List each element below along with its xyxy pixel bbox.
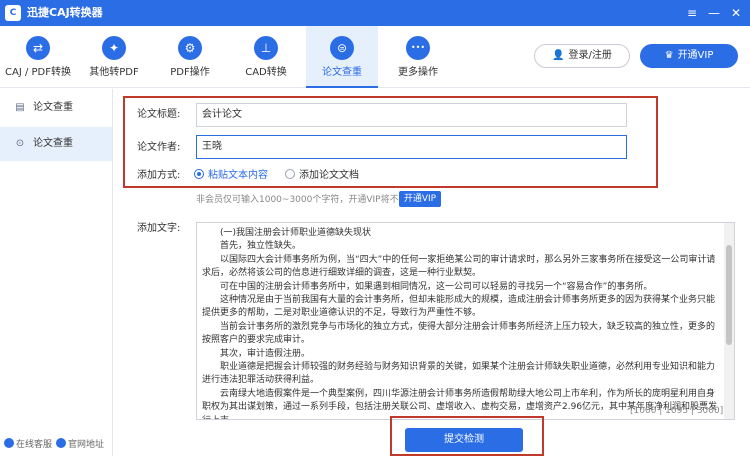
tab-pdf-ops[interactable]: ⚙ PDF操作 <box>154 26 226 88</box>
tab-caj-pdf[interactable]: ⇄ CAJ / PDF转换 <box>2 26 74 88</box>
author-label: 论文作者: <box>137 142 181 153</box>
radio-selected-icon <box>194 169 204 179</box>
website-label: 官网地址 <box>68 440 105 450</box>
text-content: (一)我国注册会计师职业道德缺失现状 首先，独立性缺失。 以国际四大会计师事务所… <box>202 227 722 419</box>
close-icon[interactable]: ✕ <box>726 3 746 23</box>
text-paragraph: 职业道德是把握会计师较强的财务经验与财务知识背景的关键，如果某个注册会计师缺失职… <box>202 362 716 386</box>
app-logo-icon: C <box>5 5 21 21</box>
submit-check-button[interactable]: 提交检测 <box>405 428 523 452</box>
sidebar-item-paper-check-active[interactable]: ⊙ 论文查重 <box>0 127 112 161</box>
method-label: 添加方式: <box>137 170 181 181</box>
text-scrollbar[interactable] <box>724 223 734 419</box>
text-paragraph: 可在中国的注册会计师事务所中，如果遇到相同情况，这一公司可以轻易的寻找另一个“容… <box>220 281 653 292</box>
minimize-icon[interactable]: — <box>704 3 724 23</box>
gear-icon: ⚙ <box>178 36 202 60</box>
sidebar-item-paper-check[interactable]: ▤ 论文查重 <box>0 91 112 125</box>
cad-icon: ⊥ <box>254 36 278 60</box>
tab-more[interactable]: ••• 更多操作 <box>382 26 454 88</box>
app-title: 迅捷CAJ转换器 <box>27 6 103 19</box>
online-service-label: 在线客服 <box>16 440 53 450</box>
login-button[interactable]: 👤 登录/注册 <box>534 44 630 68</box>
vip-label: 开通VIP <box>677 50 714 61</box>
char-counter: [1000 | 1095 | 3000] <box>630 406 724 416</box>
user-icon: 👤 <box>552 50 565 61</box>
radio-unselected-icon <box>285 169 295 179</box>
sidebar-item-label: 论文查重 <box>33 138 73 149</box>
tab-label: PDF操作 <box>170 67 210 78</box>
tab-paper-check[interactable]: ⊜ 论文查重 <box>306 26 378 88</box>
text-paragraph: 这种情况是由于当前我国有大量的会计事务所，但却未能形成大的规模，造成注册会计师事… <box>202 295 716 319</box>
radio-label: 粘贴文本内容 <box>208 170 268 181</box>
swap-icon: ⇄ <box>26 36 50 60</box>
radio-add-document[interactable]: 添加论文文档 <box>285 169 359 183</box>
text-content-area[interactable]: (一)我国注册会计师职业道德缺失现状 首先，独立性缺失。 以国际四大会计师事务所… <box>196 222 735 420</box>
tab-label: 更多操作 <box>398 67 438 78</box>
paper-check-icon: ⊜ <box>330 36 354 60</box>
text-paragraph: (一)我国注册会计师职业道德缺失现状 <box>220 228 372 238</box>
crown-icon: ♛ <box>664 50 674 61</box>
login-label: 登录/注册 <box>568 50 612 61</box>
text-paragraph: 当前会计事务所的激烈竞争与市场化的独立方式，使得大部分注册会计师事务所经济上压力… <box>202 321 716 346</box>
author-input[interactable]: 王晓 <box>196 135 627 159</box>
more-icon: ••• <box>406 36 430 60</box>
online-service-link[interactable]: 在线客服 <box>4 438 52 451</box>
website-link[interactable]: 官网地址 <box>56 438 104 451</box>
title-label: 论文标题: <box>137 109 181 120</box>
globe-icon <box>56 438 66 448</box>
text-paragraph: 首先，独立性缺失。 <box>220 241 302 252</box>
radio-label: 添加论文文档 <box>299 170 359 181</box>
notice-vip-button[interactable]: 开通VIP <box>399 191 441 207</box>
tab-label: CAJ / PDF转换 <box>5 67 71 78</box>
tab-cad[interactable]: ⊥ CAD转换 <box>230 26 302 88</box>
main-toolbar: ⇄ CAJ / PDF转换 ✦ 其他转PDF ⚙ PDF操作 ⊥ CAD转换 ⊜… <box>0 26 750 88</box>
menu-icon[interactable]: ≡ <box>682 3 702 23</box>
char-limit-notice: 非会员仅可输入1000~3000个字符，开通VIP将不限字数 <box>196 195 426 205</box>
scrollbar-thumb[interactable] <box>726 245 732 345</box>
headset-icon <box>4 438 14 448</box>
text-paragraph: 以国际四大会计师事务所为例，当“四大”中的任何一家拒绝某公司的审计请求时，那么另… <box>202 254 716 279</box>
tab-label: 其他转PDF <box>89 67 139 78</box>
sidebar: ▤ 论文查重 ⊙ 论文查重 <box>0 89 113 456</box>
radio-paste-text[interactable]: 粘贴文本内容 <box>194 169 268 183</box>
vip-button[interactable]: ♛ 开通VIP <box>640 44 738 68</box>
search-icon: ⊙ <box>15 138 25 149</box>
tab-label: CAD转换 <box>245 67 287 78</box>
sidebar-item-label: 论文查重 <box>33 102 73 113</box>
document-icon: ▤ <box>15 102 25 113</box>
text-paragraph: 其次，审计造假注册。 <box>220 348 311 359</box>
text-label: 添加文字: <box>137 223 181 234</box>
tab-label: 论文查重 <box>322 67 362 78</box>
tab-other-to-pdf[interactable]: ✦ 其他转PDF <box>78 26 150 88</box>
title-input[interactable]: 会计论文 <box>196 103 627 127</box>
title-bar: C 迅捷CAJ转换器 ≡ — ✕ <box>0 0 750 26</box>
pdf-icon: ✦ <box>102 36 126 60</box>
